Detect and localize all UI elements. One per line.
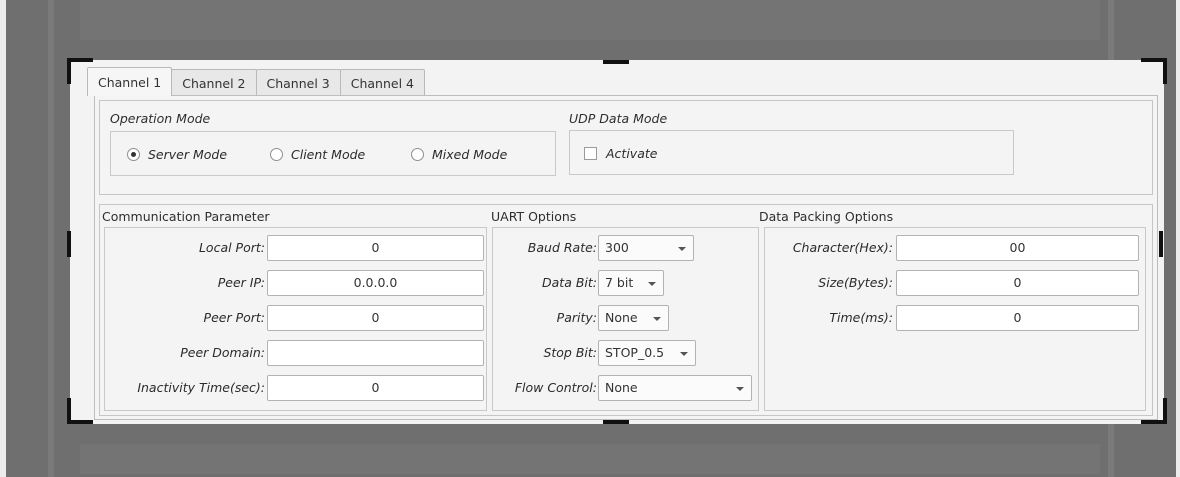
resize-handle-left[interactable]: [67, 231, 71, 257]
stop-bit-select[interactable]: STOP_0.5: [598, 340, 696, 366]
data-bit-value: 7 bit: [605, 275, 634, 290]
radio-button-icon: [127, 148, 140, 161]
client-mode-label: Client Mode: [291, 147, 366, 162]
channel-1-pane: Operation Mode Server Mode Client Mode M…: [94, 95, 1158, 420]
udp-data-mode-title: UDP Data Mode: [569, 111, 668, 126]
chevron-down-icon: [736, 387, 744, 391]
chevron-down-icon: [648, 282, 656, 286]
background-divider: [48, 0, 54, 477]
character-hex-label: Character(Hex):: [792, 240, 893, 255]
radio-button-icon: [270, 148, 283, 161]
background-footer: [80, 444, 1100, 474]
stop-bit-label: Stop Bit:: [543, 345, 597, 360]
communication-parameter-title: Communication Parameter: [102, 209, 270, 224]
server-mode-radio[interactable]: Server Mode: [127, 147, 227, 162]
peer-ip-input[interactable]: 0.0.0.0: [267, 270, 484, 296]
chevron-down-icon: [653, 317, 661, 321]
screen-edge-left: [0, 0, 6, 477]
chevron-down-icon: [678, 247, 686, 251]
time-ms-label: Time(ms):: [829, 310, 893, 325]
local-port-input[interactable]: 0: [267, 235, 484, 261]
checkbox-icon: [584, 147, 597, 160]
parity-select[interactable]: None: [598, 305, 669, 331]
channel-tab-bar: Channel 1 Channel 2 Channel 3 Channel 4: [87, 67, 425, 96]
resize-handle-top-left[interactable]: [67, 58, 71, 84]
data-packing-options-box: Character(Hex): 00 Size(Bytes): 0 Time(m…: [764, 227, 1146, 411]
tab-channel-4[interactable]: Channel 4: [339, 69, 425, 96]
peer-port-input[interactable]: 0: [267, 305, 484, 331]
baud-rate-label: Baud Rate:: [527, 240, 597, 255]
parity-value: None: [605, 310, 638, 325]
server-mode-label: Server Mode: [148, 147, 228, 162]
activate-label: Activate: [606, 146, 658, 161]
mode-group: Operation Mode Server Mode Client Mode M…: [99, 100, 1153, 195]
flow-control-value: None: [605, 380, 638, 395]
peer-ip-label: Peer IP:: [217, 275, 265, 290]
resize-handle-bottom-left[interactable]: [67, 420, 93, 424]
screen-edge-right: [1176, 0, 1180, 477]
baud-rate-value: 300: [605, 240, 629, 255]
resize-handle-bottom-right[interactable]: [1163, 398, 1167, 424]
inactivity-time-input[interactable]: 0: [267, 375, 484, 401]
resize-handle-top-right[interactable]: [1163, 58, 1167, 84]
baud-rate-select[interactable]: 300: [598, 235, 694, 261]
tab-channel-1[interactable]: Channel 1: [87, 67, 173, 96]
capture-region[interactable]: Channel 1 Channel 2 Channel 3 Channel 4 …: [67, 58, 1167, 424]
udp-data-mode-box: Activate: [569, 130, 1014, 175]
time-ms-input[interactable]: 0: [896, 305, 1139, 331]
operation-mode-box: Server Mode Client Mode Mixed Mode: [110, 131, 556, 176]
peer-port-label: Peer Port:: [203, 310, 265, 325]
peer-domain-label: Peer Domain:: [180, 345, 265, 360]
mixed-mode-radio[interactable]: Mixed Mode: [411, 147, 507, 162]
resize-handle-top[interactable]: [603, 60, 629, 64]
character-hex-input[interactable]: 00: [896, 235, 1139, 261]
stop-bit-value: STOP_0.5: [605, 345, 665, 360]
peer-domain-input[interactable]: [267, 340, 484, 366]
mixed-mode-label: Mixed Mode: [432, 147, 508, 162]
flow-control-select[interactable]: None: [598, 375, 752, 401]
resize-handle-right[interactable]: [1159, 231, 1163, 257]
local-port-label: Local Port:: [198, 240, 265, 255]
uart-options-box: Baud Rate: 300 Data Bit: 7 bit Parity: N…: [492, 227, 759, 411]
flow-control-label: Flow Control:: [514, 380, 597, 395]
size-bytes-input[interactable]: 0: [896, 270, 1139, 296]
tab-channel-2[interactable]: Channel 2: [171, 69, 257, 96]
chevron-down-icon: [680, 352, 688, 356]
data-bit-label: Data Bit:: [542, 275, 597, 290]
tab-channel-3[interactable]: Channel 3: [255, 69, 341, 96]
size-bytes-label: Size(Bytes):: [818, 275, 893, 290]
background-toolbar: [80, 0, 1100, 40]
parameters-group: Communication Parameter Local Port: 0 Pe…: [99, 204, 1153, 416]
operation-mode-title: Operation Mode: [110, 111, 211, 126]
resize-handle-bottom[interactable]: [603, 420, 629, 424]
inactivity-time-label: Inactivity Time(sec):: [137, 380, 265, 395]
parity-label: Parity:: [556, 310, 597, 325]
communication-parameter-box: Local Port: 0 Peer IP: 0.0.0.0 Peer Port…: [104, 227, 487, 411]
uart-options-title: UART Options: [491, 209, 577, 224]
client-mode-radio[interactable]: Client Mode: [270, 147, 365, 162]
data-packing-options-title: Data Packing Options: [759, 209, 894, 224]
radio-button-icon: [411, 148, 424, 161]
data-bit-select[interactable]: 7 bit: [598, 270, 664, 296]
activate-checkbox[interactable]: Activate: [584, 146, 657, 161]
